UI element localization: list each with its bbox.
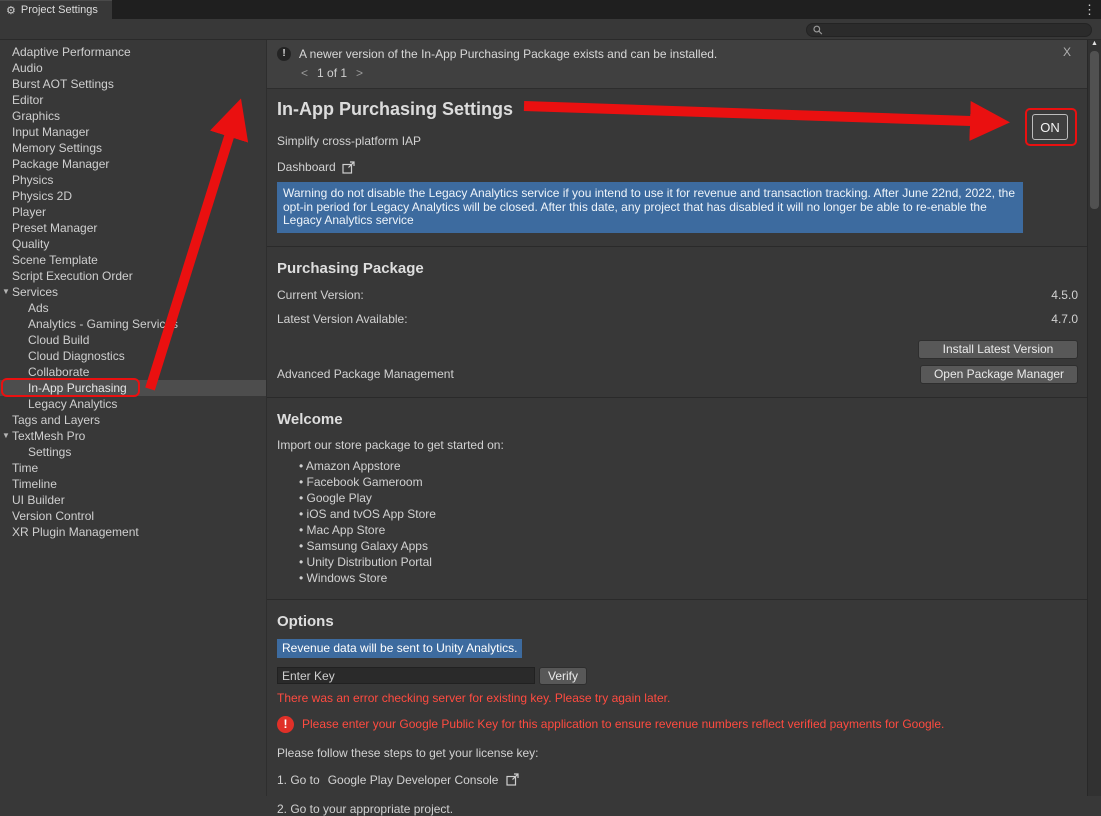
current-version-value: 4.5.0 [1051,288,1078,302]
store-list-item: Facebook Gameroom [299,474,1078,490]
sidebar-item-label: TextMesh Pro [12,429,85,443]
pager-next-button[interactable]: > [356,66,363,80]
sidebar-item-cloud-build[interactable]: Cloud Build [0,332,266,348]
sidebar-item-physics-2d[interactable]: Physics 2D [0,188,266,204]
sidebar-item-time[interactable]: Time [0,460,266,476]
license-steps-intro: Please follow these steps to get your li… [277,746,1078,760]
step-1-prefix: 1. Go to [277,773,320,787]
foldout-open-icon[interactable]: ▼ [2,428,10,444]
sidebar-item-quality[interactable]: Quality [0,236,266,252]
banner-pager: < 1 of 1 > [301,66,1077,80]
window-title: Project Settings [21,4,98,16]
scrollbar-thumb[interactable] [1090,51,1099,209]
sidebar-item-physics[interactable]: Physics [0,172,266,188]
google-key-input[interactable] [277,667,535,684]
advanced-package-management-label: Advanced Package Management [277,367,454,381]
scroll-up-icon[interactable]: ▲ [1091,40,1098,47]
sidebar-item-xr-plugin-management[interactable]: XR Plugin Management [0,524,266,540]
update-notification-banner: ! A newer version of the In-App Purchasi… [267,40,1087,89]
store-list-item: iOS and tvOS App Store [299,506,1078,522]
gear-icon: ⚙ [6,4,16,17]
external-link-icon [342,161,355,174]
store-list: Amazon Appstore Facebook Gameroom Google… [299,458,1078,586]
sidebar-item-in-app-purchasing[interactable]: In-App Purchasing [0,380,266,396]
store-list-item: Amazon Appstore [299,458,1078,474]
external-link-icon[interactable] [506,773,519,786]
foldout-open-icon[interactable]: ▼ [2,284,10,300]
sidebar-item-graphics[interactable]: Graphics [0,108,266,124]
banner-message: A newer version of the In-App Purchasing… [299,47,717,61]
store-list-item: Mac App Store [299,522,1078,538]
google-play-console-link[interactable]: Google Play Developer Console [328,773,499,787]
tab-project-settings[interactable]: ⚙ Project Settings [0,0,112,19]
sidebar-item-tags-and-layers[interactable]: Tags and Layers [0,412,266,428]
latest-version-label: Latest Version Available: [277,312,1051,326]
store-list-item: Windows Store [299,570,1078,586]
store-list-item: Unity Distribution Portal [299,554,1078,570]
kebab-menu-icon[interactable]: ⋮ [1083,2,1096,18]
analytics-note-highlight: Revenue data will be sent to Unity Analy… [277,639,522,658]
info-icon: ! [277,47,291,61]
server-error-text: There was an error checking server for e… [277,691,1078,705]
vertical-scrollbar[interactable]: ▲ [1087,40,1101,796]
sidebar-item-textmesh-pro[interactable]: ▼ TextMesh Pro [0,428,266,444]
sidebar-item-scene-template[interactable]: Scene Template [0,252,266,268]
sidebar-item-player[interactable]: Player [0,204,266,220]
current-version-label: Current Version: [277,288,1051,302]
sidebar-item-adaptive-performance[interactable]: Adaptive Performance [0,44,266,60]
sidebar-item-audio[interactable]: Audio [0,60,266,76]
google-key-error-text: Please enter your Google Public Key for … [302,717,944,731]
store-list-item: Google Play [299,490,1078,506]
store-list-item: Samsung Galaxy Apps [299,538,1078,554]
search-box[interactable] [806,23,1092,37]
banner-close-button[interactable]: X [1063,45,1071,59]
sidebar-item-analytics-gaming-services[interactable]: Analytics - Gaming Services [0,316,266,332]
sidebar-item-memory-settings[interactable]: Memory Settings [0,140,266,156]
verify-key-button[interactable]: Verify [539,667,587,685]
pager-prev-button[interactable]: < [301,66,308,80]
simplify-iap-label: Simplify cross-platform IAP [277,134,1078,148]
section-divider [267,397,1087,398]
latest-version-value: 4.7.0 [1051,312,1078,326]
install-latest-version-button[interactable]: Install Latest Version [918,340,1078,359]
error-icon: ! [277,716,294,733]
sidebar-item-legacy-analytics[interactable]: Legacy Analytics [0,396,266,412]
sidebar-item-timeline[interactable]: Timeline [0,476,266,492]
sidebar-item-cloud-diagnostics[interactable]: Cloud Diagnostics [0,348,266,364]
step-1: 1. Go to Google Play Developer Console [277,773,1078,787]
settings-sidebar: Adaptive Performance Audio Burst AOT Set… [0,40,267,796]
legacy-analytics-warning: Warning do not disable the Legacy Analyt… [277,182,1023,233]
sidebar-item-version-control[interactable]: Version Control [0,508,266,524]
pager-text: 1 of 1 [317,66,347,80]
sidebar-item-editor[interactable]: Editor [0,92,266,108]
open-package-manager-button[interactable]: Open Package Manager [920,365,1078,384]
sidebar-item-script-execution-order[interactable]: Script Execution Order [0,268,266,284]
sidebar-item-package-manager[interactable]: Package Manager [0,156,266,172]
sidebar-item-burst-aot-settings[interactable]: Burst AOT Settings [0,76,266,92]
dashboard-link-label: Dashboard [277,160,336,174]
page-title: In-App Purchasing Settings [277,99,1078,120]
welcome-intro-text: Import our store package to get started … [277,438,1078,452]
search-input[interactable] [827,24,1086,36]
section-divider [267,246,1087,247]
search-icon [813,25,823,35]
sidebar-item-textmeshpro-settings[interactable]: Settings [0,444,266,460]
purchasing-package-heading: Purchasing Package [277,260,1078,278]
dashboard-link[interactable]: Dashboard [277,160,1078,174]
settings-content: ! A newer version of the In-App Purchasi… [267,40,1087,796]
sidebar-item-services[interactable]: ▼ Services [0,284,266,300]
sidebar-item-collaborate[interactable]: Collaborate [0,364,266,380]
toolbar [0,19,1101,40]
titlebar: ⚙ Project Settings ⋮ [0,0,1101,19]
sidebar-item-ui-builder[interactable]: UI Builder [0,492,266,508]
options-heading: Options [277,613,1078,631]
sidebar-item-ads[interactable]: Ads [0,300,266,316]
section-divider [267,599,1087,600]
sidebar-item-preset-manager[interactable]: Preset Manager [0,220,266,236]
welcome-heading: Welcome [277,411,1078,429]
step-2: 2. Go to your appropriate project. [277,802,1078,816]
sidebar-item-input-manager[interactable]: Input Manager [0,124,266,140]
sidebar-item-label: Services [12,285,58,299]
